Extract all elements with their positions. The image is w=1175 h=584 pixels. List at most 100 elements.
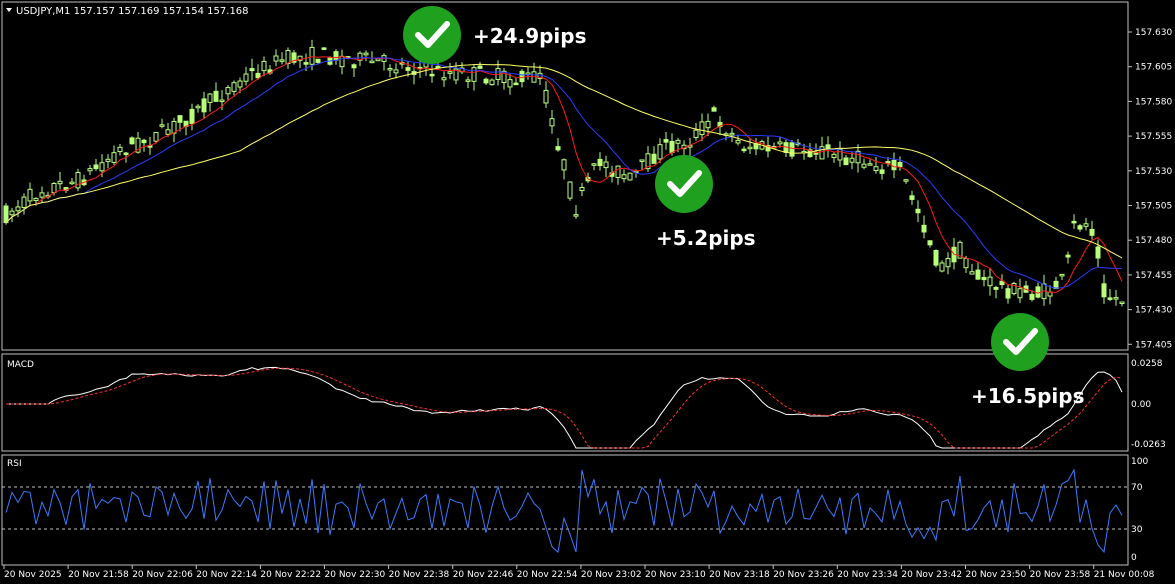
trading-chart[interactable]: USDJPY,M1 157.157 157.169 157.154 157.16… — [0, 0, 1175, 584]
candle-body — [921, 224, 927, 233]
candle-body — [843, 157, 849, 166]
candle-body — [333, 51, 339, 61]
candle-body — [789, 142, 795, 157]
time-tick-label: 20 Nov 22:30 — [325, 570, 386, 580]
candle-body — [963, 258, 969, 269]
candle-body — [1005, 288, 1011, 299]
rsi-label: RSI — [7, 459, 22, 469]
candle-body — [555, 146, 561, 151]
candle-body — [303, 62, 309, 65]
candle-body — [1083, 223, 1089, 227]
candle-body — [447, 71, 453, 74]
candle-body — [387, 68, 393, 71]
price-tick-label: 157.455 — [1135, 271, 1172, 281]
candle-body — [651, 153, 657, 164]
candle-body — [477, 65, 483, 69]
candle-body — [1077, 225, 1083, 230]
candle-body — [321, 47, 327, 50]
check-circle-icon — [655, 155, 713, 213]
candle-body — [1071, 220, 1077, 224]
time-tick-label: 20 Nov 23:50 — [966, 570, 1027, 580]
candle-body — [909, 195, 915, 200]
candle-body — [699, 121, 705, 136]
candle-body — [747, 146, 753, 150]
time-tick-label: 20 Nov 22:22 — [260, 570, 321, 580]
candle-body — [159, 124, 165, 127]
candle-body — [561, 159, 567, 171]
candle-body — [639, 159, 645, 162]
candle-body — [1107, 297, 1113, 300]
candle-body — [825, 144, 831, 150]
candle-body — [915, 208, 921, 214]
candle-body — [981, 277, 987, 281]
annotation-label: +24.9pips — [473, 24, 587, 48]
candle-body — [1029, 293, 1035, 300]
price-tick-label: 157.580 — [1135, 97, 1172, 107]
candle-body — [219, 99, 225, 103]
macd-tick-label: 0.00 — [1131, 400, 1151, 410]
rsi-tick-label: 0 — [1131, 553, 1137, 563]
candle-body — [867, 163, 873, 166]
candle-body — [837, 148, 843, 161]
candle-body — [51, 182, 57, 194]
candle-body — [903, 179, 909, 182]
rsi-line — [5, 468, 1123, 554]
time-tick-label: 21 Nov 00:08 — [1094, 570, 1155, 580]
candle-body — [1095, 246, 1101, 259]
price-tick-label: 157.530 — [1135, 167, 1172, 177]
candle-body — [279, 59, 285, 62]
candle-body — [339, 55, 345, 68]
time-tick-label: 20 Nov 23:02 — [581, 570, 642, 580]
dropdown-triangle-icon[interactable] — [6, 8, 12, 12]
candle-body — [375, 58, 381, 62]
price-tick-label: 157.555 — [1135, 132, 1172, 142]
candle-body — [441, 77, 447, 81]
candle-body — [513, 82, 519, 86]
candle-body — [153, 131, 159, 142]
candle-body — [627, 172, 633, 181]
candle-body — [1089, 228, 1095, 236]
candle-body — [9, 210, 15, 216]
candle-body — [141, 139, 147, 144]
symbol-header: USDJPY,M1 157.157 157.169 157.154 157.16… — [16, 6, 249, 17]
candle-body — [603, 161, 609, 169]
candle-body — [993, 286, 999, 290]
candle-body — [237, 80, 243, 88]
candle-body — [927, 240, 933, 246]
candle-body — [363, 52, 369, 56]
candle-body — [405, 67, 411, 71]
candle-body — [519, 70, 525, 83]
candle-body — [1017, 288, 1023, 299]
candle-body — [489, 79, 495, 86]
rsi-panel[interactable] — [1, 454, 1129, 566]
candle-body — [165, 129, 171, 135]
time-tick-label: 20 Nov 23:58 — [1030, 570, 1091, 580]
candle-body — [87, 168, 93, 172]
time-axis: 20 Nov 2025 20 Nov 21:58 20 Nov 22:06 20 No… — [3, 565, 1155, 580]
candle-body — [123, 152, 129, 156]
candle-body — [471, 67, 477, 82]
time-tick-label: 20 Nov 22:46 — [453, 570, 514, 580]
candle-body — [675, 139, 681, 144]
candle-body — [615, 165, 621, 178]
candle-body — [879, 169, 885, 174]
price-tick-label: 157.630 — [1135, 28, 1172, 38]
candle-body — [573, 214, 579, 217]
main-chart-panel[interactable] — [1, 1, 1129, 351]
rsi-tick-label: 100 — [1131, 457, 1148, 467]
candle-body — [93, 164, 99, 170]
time-tick-label: 20 Nov 23:34 — [837, 570, 898, 580]
candle-body — [729, 132, 735, 136]
candle-body — [171, 120, 177, 134]
candle-body — [57, 180, 63, 185]
candle-body — [1101, 283, 1107, 298]
candle-body — [849, 157, 855, 163]
macd-signal-line — [6, 367, 1123, 449]
candle-body — [705, 120, 711, 129]
trade-annotation-3: +16.5pips — [971, 313, 1085, 408]
time-tick-label: 20 Nov 2025 — [4, 570, 62, 580]
candle-body — [831, 153, 837, 159]
candle-body — [939, 262, 945, 272]
candle-body — [1059, 273, 1065, 277]
macd-panel[interactable] — [1, 353, 1129, 452]
